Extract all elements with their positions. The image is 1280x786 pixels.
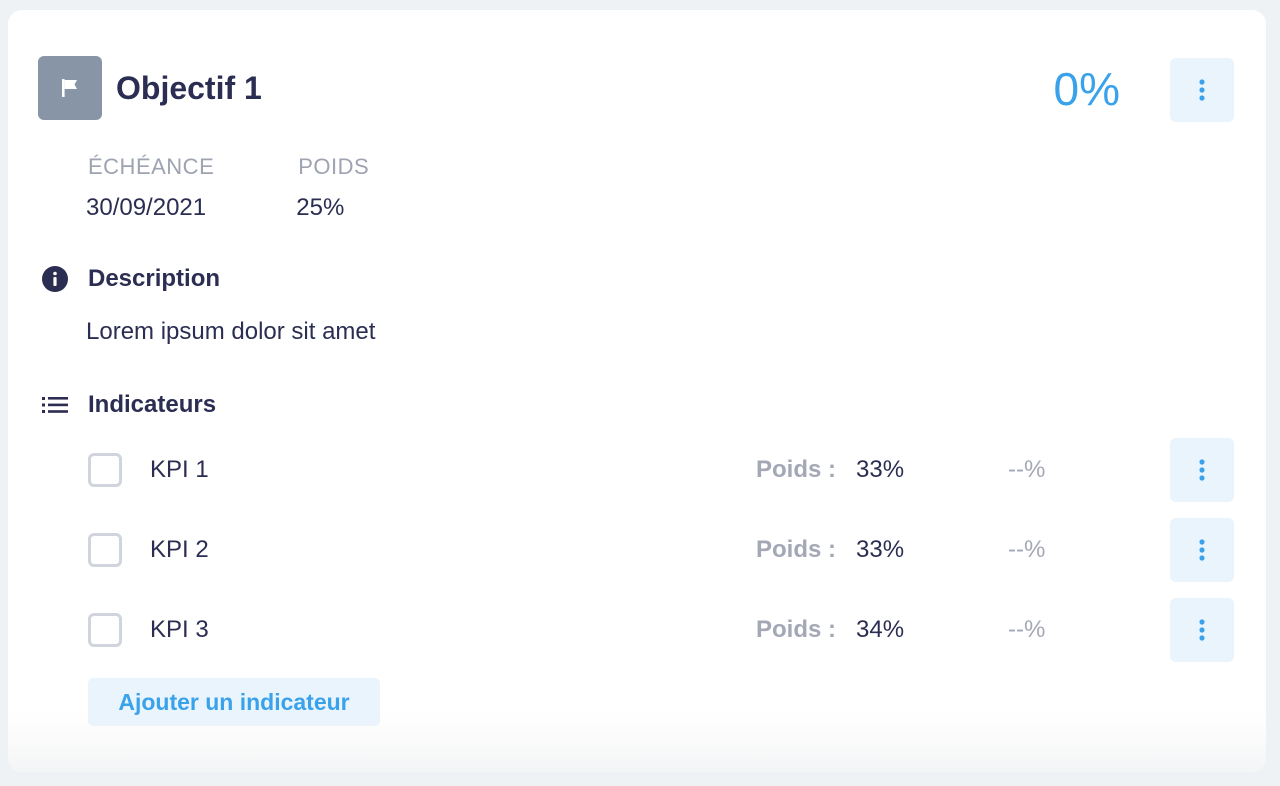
weight-label: POIDS [298, 154, 370, 179]
description-header: Description [40, 264, 220, 294]
deadline-value: 30/09/2021 [86, 194, 207, 221]
kpi-checkbox[interactable] [88, 533, 122, 567]
kpi-weight-label: Poids : [756, 456, 837, 483]
kpi-checkbox[interactable] [88, 453, 122, 487]
kpi-weight-label: Poids : [756, 616, 837, 643]
objective-title: Objectif 1 [116, 69, 262, 106]
kpi-name: KPI 3 [150, 616, 209, 643]
kpi-progress: --% [1008, 536, 1046, 563]
more-vertical-icon [1199, 79, 1205, 101]
kpi-weight-label: Poids : [756, 536, 837, 563]
description-text: Lorem ipsum dolor sit amet [86, 318, 376, 345]
flag-icon [38, 56, 102, 120]
kpi-menu-button[interactable] [1170, 438, 1234, 502]
more-vertical-icon [1199, 539, 1205, 561]
kpi-weight-value: 33% [856, 456, 905, 483]
list-icon [40, 390, 70, 420]
kpi-weight-value: 34% [856, 616, 905, 643]
kpi-progress: --% [1008, 616, 1046, 643]
kpi-menu-button[interactable] [1170, 598, 1234, 662]
info-icon [40, 264, 70, 294]
objective-card: Objectif 1 0% ÉCHÉANCE 30/09/2021 POIDS … [8, 10, 1266, 772]
kpi-name: KPI 1 [150, 456, 209, 483]
kpi-checkbox[interactable] [88, 613, 122, 647]
kpi-progress: --% [1008, 456, 1046, 483]
weight-value: 25% [296, 194, 345, 221]
kpi-row: KPI 1 Poids : 33% --% [88, 438, 1234, 502]
add-indicator-button[interactable]: Ajouter un indicateur [88, 678, 380, 726]
kpi-menu-button[interactable] [1170, 518, 1234, 582]
more-vertical-icon [1199, 619, 1205, 641]
more-vertical-icon [1199, 459, 1205, 481]
kpi-row: KPI 2 Poids : 33% --% [88, 518, 1234, 582]
objective-menu-button[interactable] [1170, 58, 1234, 122]
description-title: Description [88, 265, 221, 292]
kpi-row: KPI 3 Poids : 34% --% [88, 598, 1234, 662]
weight-field: POIDS 25% [296, 154, 369, 222]
objective-header: Objectif 1 [38, 56, 262, 120]
deadline-label: ÉCHÉANCE [88, 154, 215, 179]
objective-progress: 0% [1053, 63, 1120, 115]
indicators-header: Indicateurs [40, 390, 216, 420]
indicators-title: Indicateurs [88, 391, 217, 418]
deadline-field: ÉCHÉANCE 30/09/2021 [86, 154, 214, 222]
objective-meta: ÉCHÉANCE 30/09/2021 POIDS 25% [86, 154, 451, 222]
kpi-weight-value: 33% [856, 536, 905, 563]
kpi-name: KPI 2 [150, 536, 209, 563]
